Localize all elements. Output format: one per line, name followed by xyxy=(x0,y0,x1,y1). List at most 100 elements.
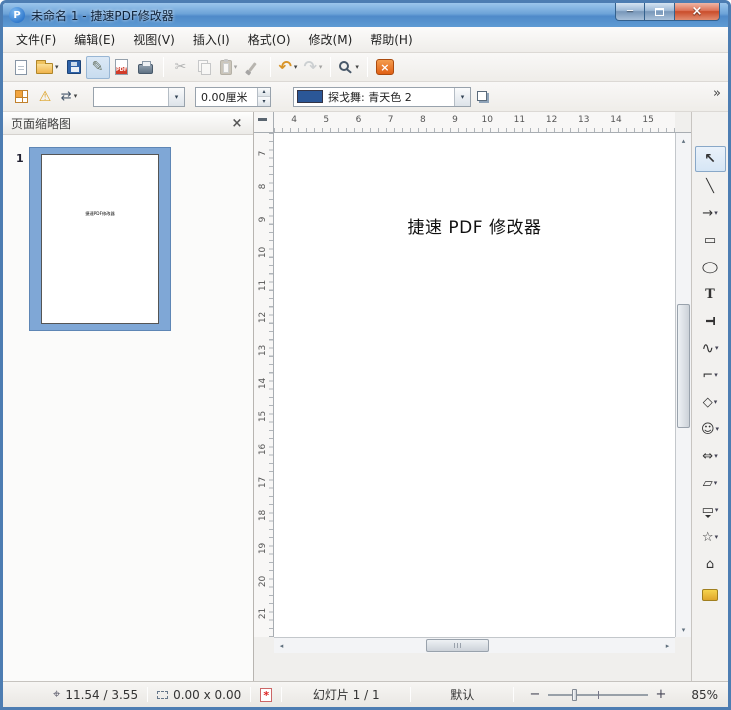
page-style[interactable]: 默认 xyxy=(420,686,504,703)
block-arrows-tool[interactable]: ⇔ ▾ xyxy=(695,443,726,469)
undo-arrow-icon: ↶ xyxy=(279,59,292,75)
menu-item[interactable]: 修改(M) xyxy=(300,27,362,52)
ruler-corner xyxy=(254,112,274,133)
line-style-select[interactable]: ▾ xyxy=(93,87,185,107)
curve-tool[interactable]: ∿ ▾ xyxy=(695,335,726,361)
menu-item[interactable]: 文件(F) xyxy=(7,27,65,52)
scroll-down-arrow[interactable]: ▾ xyxy=(676,622,691,637)
zoom-out-button[interactable]: − xyxy=(528,687,542,702)
titlebar[interactable]: P 未命名 1 - 捷速PDF修改器 ─ × xyxy=(3,3,728,27)
arrow-style-button[interactable]: ⇄▾ xyxy=(57,85,81,108)
polygon-tool[interactable]: ⌂ ▾ xyxy=(695,551,726,577)
menu-item[interactable]: 视图(V) xyxy=(124,27,184,52)
zoom-in-button[interactable]: + xyxy=(654,687,668,702)
menu-item[interactable]: 插入(I) xyxy=(184,27,239,52)
flowchart-tool[interactable]: ▱ ▾ xyxy=(695,470,726,496)
toolbar-overflow-button[interactable]: » xyxy=(713,87,721,100)
vertical-ruler[interactable]: 789101112131415161718192021 xyxy=(254,133,274,637)
print-button[interactable] xyxy=(134,56,158,79)
vertical-scroll-thumb[interactable] xyxy=(677,304,690,427)
object-size-icon xyxy=(157,691,168,699)
new-document-icon xyxy=(15,60,27,75)
export-pdf-button[interactable]: PDF xyxy=(110,56,134,79)
rectangle-tool[interactable]: ▭ ▾ xyxy=(695,227,726,253)
shadow-button[interactable] xyxy=(471,85,495,108)
line-width-input[interactable]: 0.00厘米 ▴ ▾ xyxy=(195,87,271,107)
ruler-number: 8 xyxy=(254,177,274,196)
maximize-button[interactable] xyxy=(645,3,674,21)
vertical-scrollbar[interactable]: ▴ ▾ xyxy=(675,133,691,637)
ruler-number: 19 xyxy=(254,539,274,558)
tool-icon: ▭ xyxy=(704,234,716,247)
menu-item[interactable]: 格式(O) xyxy=(239,27,300,52)
new-document-button[interactable] xyxy=(9,56,33,79)
ruler-number: 12 xyxy=(536,112,568,132)
ruler-number: 14 xyxy=(254,374,274,393)
ruler-number: 21 xyxy=(254,604,274,623)
close-button[interactable]: × xyxy=(674,3,720,21)
zoom-button[interactable]: ▾ xyxy=(336,56,362,79)
warning-button[interactable]: ⚠ xyxy=(33,85,57,108)
undo-button[interactable]: ↶▾ xyxy=(276,56,301,79)
clone-formatting-button[interactable] xyxy=(241,56,265,79)
ruler-number: 8 xyxy=(407,112,439,132)
redo-button[interactable]: ↷▾ xyxy=(300,56,325,79)
panel-close-button[interactable]: × xyxy=(229,116,245,131)
symbol-shapes-tool[interactable]: ☺ ▾ xyxy=(695,416,726,442)
pdf-label: PDF xyxy=(116,67,127,74)
edit-mode-button[interactable]: ✎ xyxy=(86,56,110,79)
open-button[interactable]: ▾ xyxy=(33,56,62,79)
maximize-icon xyxy=(655,8,664,16)
fill-color-select[interactable]: 探戈舞: 青天色 2 ▾ xyxy=(293,87,471,107)
table-button[interactable] xyxy=(9,85,33,108)
decrement-button[interactable]: ▾ xyxy=(258,96,270,106)
text-tool[interactable]: T ▾ xyxy=(695,281,726,307)
menu-item[interactable]: 帮助(H) xyxy=(361,27,421,52)
tool-icon: ☺ xyxy=(701,423,715,436)
fill-color-dropdown-button[interactable]: ▾ xyxy=(454,88,470,106)
ruler-number: 4 xyxy=(278,112,310,132)
vertical-text-tool[interactable]: T ▾ xyxy=(695,308,726,334)
page-thumbnail[interactable]: 捷速PDF修改器 xyxy=(29,147,171,331)
scissors-icon: ✂ xyxy=(175,60,187,74)
document-canvas[interactable]: 捷速 PDF 修改器 xyxy=(274,133,675,637)
connector-tool[interactable]: ⌐ ▾ xyxy=(695,362,726,388)
window-controls: ─ × xyxy=(615,3,720,21)
dropdown-arrow-icon: ▾ xyxy=(74,93,78,100)
line-tool[interactable]: ╲ ▾ xyxy=(695,173,726,199)
zoom-level[interactable]: 85% xyxy=(676,688,718,702)
horizontal-scrollbar[interactable]: ◂ ▸ xyxy=(274,637,675,653)
increment-button[interactable]: ▴ xyxy=(258,88,270,97)
zoom-slider[interactable] xyxy=(548,694,648,696)
line-arrow-tool[interactable]: → ▾ xyxy=(695,200,726,226)
statusbar-divider xyxy=(410,687,411,702)
horizontal-scroll-track[interactable] xyxy=(289,638,660,653)
scroll-left-arrow[interactable]: ◂ xyxy=(274,638,289,653)
gallery-icon[interactable] xyxy=(702,589,718,601)
callouts-tool[interactable]: ▭ ▾ xyxy=(695,497,726,523)
minimize-button[interactable]: ─ xyxy=(615,3,645,21)
ruler-number: 7 xyxy=(375,112,407,132)
horizontal-ruler[interactable]: 456789101112131415 xyxy=(274,112,675,133)
menu-item[interactable]: 编辑(E) xyxy=(65,27,124,52)
horizontal-scroll-thumb[interactable] xyxy=(426,639,489,652)
ellipse-tool[interactable]: ◯ ▾ xyxy=(695,254,726,280)
basic-shapes-tool[interactable]: ◇ ▾ xyxy=(695,389,726,415)
exit-button[interactable]: × xyxy=(373,56,397,79)
paste-button[interactable]: ▾ xyxy=(217,56,241,79)
scroll-right-arrow[interactable]: ▸ xyxy=(660,638,675,653)
warning-icon: ⚠ xyxy=(39,90,52,104)
line-style-dropdown-button[interactable]: ▾ xyxy=(168,88,184,106)
select-tool[interactable]: ↖ ▾ xyxy=(695,146,726,172)
dropdown-arrow-icon: ▾ xyxy=(715,345,719,352)
zoom-slider-thumb[interactable] xyxy=(572,689,577,701)
stars-tool[interactable]: ☆ ▾ xyxy=(695,524,726,550)
vertical-scroll-track[interactable] xyxy=(676,148,691,622)
cut-button[interactable]: ✂ xyxy=(169,56,193,79)
copy-button[interactable] xyxy=(193,56,217,79)
magnifier-icon xyxy=(339,61,349,71)
thumbnail-page: 捷速PDF修改器 xyxy=(41,154,159,324)
scroll-up-arrow[interactable]: ▴ xyxy=(676,133,691,148)
dropdown-arrow-icon: ▾ xyxy=(714,372,718,379)
save-button[interactable] xyxy=(62,56,86,79)
